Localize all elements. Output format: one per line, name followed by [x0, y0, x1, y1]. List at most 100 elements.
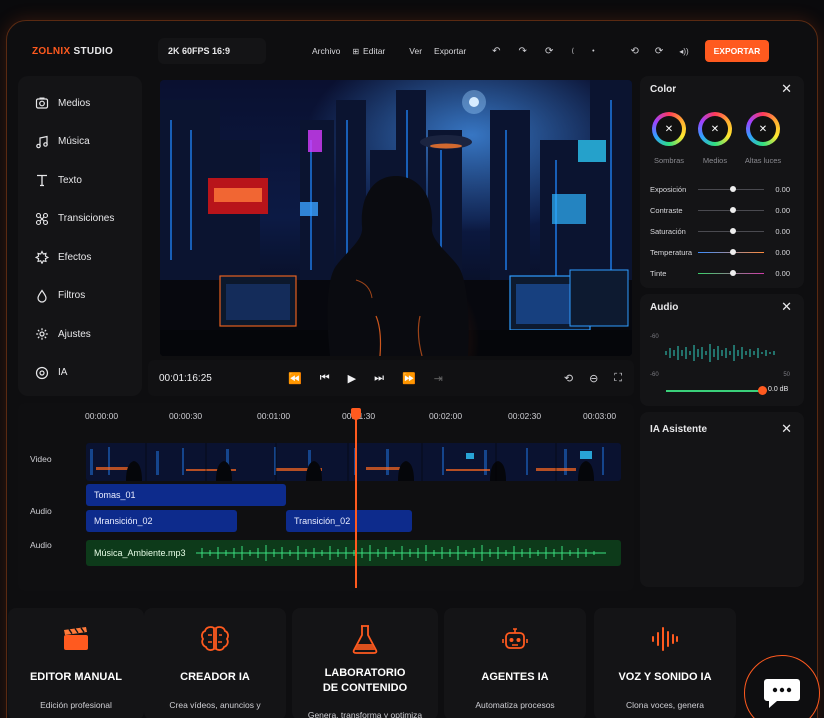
timeline[interactable]: 00:00:00 00:00:30 00:01:00 00:01:30 00:0… [18, 403, 634, 591]
gain-track[interactable] [666, 390, 762, 392]
midtones-color-wheel[interactable]: ✕ [698, 112, 732, 146]
playback-controls: ⏪ ⏮ ▶ ⏭ ⏩ ⇥ [288, 372, 443, 385]
clip-tomas[interactable]: Tomas_01 [86, 484, 286, 506]
feature-title: CREADOR IA [180, 671, 250, 683]
replay-icon[interactable]: ⟲ [564, 372, 573, 385]
ruler-tick: 00:03:00 [583, 411, 617, 421]
db-label-right: 50 [783, 372, 790, 378]
top-bar: ZOLNIX STUDIO 2K 60FPS 16:9 Archivo ⊞ Edi… [18, 34, 808, 68]
video-preview[interactable] [160, 80, 632, 356]
color-panel-title: Color [650, 84, 677, 95]
sidebar-item-transiciones[interactable]: Transiciones [18, 200, 142, 239]
feature-card-creador-ia[interactable]: CREADOR IA Crea vídeos, anuncios y [144, 608, 286, 718]
ai-icon [34, 365, 50, 381]
ai-assistant-panel: IA Asistente ✕ [640, 412, 804, 587]
filter-drop-icon [34, 288, 50, 304]
sidebar-item-filtros[interactable]: Filtros [18, 277, 142, 316]
color-panel: Color ✕ ✕ ✕ ✕ Sombras Medios Altas luces… [640, 76, 804, 288]
feature-card-agentes-ia[interactable]: AGENTES IA Automatiza procesos [444, 608, 586, 718]
slider-tinte[interactable]: Tinte 0.00 [650, 268, 790, 280]
history-icon[interactable]: ⟲ [631, 46, 639, 57]
gain-knob[interactable] [758, 386, 767, 395]
menu-ver[interactable]: Ver [409, 46, 422, 56]
loop-icon[interactable]: ⇥ [434, 372, 443, 385]
feature-desc: Clona voces, genera [626, 700, 704, 710]
feature-card-editor-manual[interactable]: EDITOR MANUAL Edición profesional [8, 608, 144, 718]
snapshot-icon[interactable]: ⊖ [589, 372, 598, 385]
dot-icon[interactable]: • [592, 48, 594, 55]
sidebar-item-efectos[interactable]: Efectos [18, 238, 142, 277]
gear-icon [34, 326, 50, 342]
audio-waveform [665, 344, 775, 362]
feature-card-laboratorio[interactable]: LABORATORIO DE CONTENIDO Genera, transfo… [292, 608, 438, 718]
db-label-top: -60 [650, 334, 659, 340]
feature-title: EDITOR MANUAL [29, 671, 123, 683]
clip-transicion-a[interactable]: Mransición_02 [86, 510, 237, 532]
split-icon[interactable]: ⟨ [571, 47, 574, 55]
preview-frame-image [160, 80, 632, 356]
ai-panel-title: IA Asistente [650, 424, 708, 435]
close-icon[interactable]: ✕ [781, 299, 792, 315]
playhead[interactable] [355, 408, 357, 588]
feature-title: AGENTES IA [481, 671, 549, 683]
clip-music[interactable]: Música_Ambiente.mp3 [86, 540, 621, 566]
ruler-tick: 00:00:00 [85, 411, 119, 421]
left-sidebar: Medios Música Texto Transiciones Efectos… [18, 76, 142, 396]
slider-exposicion[interactable]: Exposición 0.00 [650, 184, 790, 196]
feature-title: VOZ Y SONIDO IA [618, 671, 712, 683]
sidebar-item-texto[interactable]: Texto [18, 161, 142, 200]
play-icon[interactable]: ▶ [348, 372, 356, 385]
sidebar-item-musica[interactable]: Música [18, 123, 142, 162]
sidebar-item-medios[interactable]: Medios [18, 84, 142, 123]
highlights-color-wheel[interactable]: ✕ [746, 112, 780, 146]
ruler-tick: 00:00:30 [169, 411, 203, 421]
prev-frame-icon[interactable]: ⏮ [320, 372, 330, 385]
clip-transicion-b[interactable]: Transición_02 [286, 510, 412, 532]
video-clip-strip[interactable] [86, 443, 621, 481]
fullscreen-icon[interactable]: ⛶ [614, 372, 622, 385]
track-label-video: Video [30, 454, 52, 464]
ruler-tick: 00:02:30 [508, 411, 542, 421]
ruler-tick: 00:02:00 [429, 411, 463, 421]
time-ruler: 00:00:00 00:00:30 00:01:00 00:01:30 00:0… [18, 411, 634, 423]
menu-exportar[interactable]: Exportar [434, 46, 466, 56]
menu-editar[interactable]: ⊞ Editar [352, 46, 397, 56]
menu-bar: Archivo ⊞ Editar Ver Exportar [312, 46, 478, 56]
redo-icon[interactable]: ↷ [519, 46, 527, 57]
sync-icon[interactable]: ⟳ [655, 46, 663, 57]
feature-card-voz-sonido[interactable]: VOZ Y SONIDO IA Clona voces, genera [594, 608, 736, 718]
sound-wave-icon [650, 624, 680, 654]
flask-icon [350, 624, 380, 654]
view-controls: ⟲ ⊖ ⛶ [564, 372, 622, 385]
rewind-icon[interactable]: ⏪ [288, 372, 302, 385]
brain-icon [200, 624, 230, 654]
sidebar-item-ajustes[interactable]: Ajustes [18, 315, 142, 354]
slider-temperatura[interactable]: Temperatura 0.00 [650, 247, 790, 259]
music-waveform [195, 545, 606, 561]
menu-archivo[interactable]: Archivo [312, 46, 340, 56]
sidebar-item-ia[interactable]: IA [18, 354, 142, 393]
next-frame-icon[interactable]: ⏭ [374, 372, 384, 385]
shadows-color-wheel[interactable]: ✕ [652, 112, 686, 146]
refresh-icon[interactable]: ⟳ [545, 46, 553, 57]
edit-tools: ↶ ↷ ⟳ ⟨ • [492, 46, 594, 57]
brand-logo: ZOLNIX STUDIO [32, 45, 114, 57]
slider-contraste[interactable]: Contraste 0.00 [650, 205, 790, 217]
close-icon[interactable]: ✕ [781, 421, 792, 437]
volume-icon[interactable]: ◂)) [679, 47, 688, 56]
history-tools: ⟲ ⟳ ◂)) [631, 46, 689, 57]
resolution-selector[interactable]: 2K 60FPS 16:9 [158, 38, 266, 64]
feature-desc: Genera, transforma y optimiza [307, 710, 423, 718]
feature-desc: Edición profesional [40, 700, 112, 710]
music-note-icon [34, 134, 50, 150]
db-label-bottom: -60 [650, 372, 659, 378]
effects-icon [34, 249, 50, 265]
slider-saturacion[interactable]: Saturación 0.00 [650, 226, 790, 238]
close-icon[interactable]: ✕ [781, 81, 792, 97]
timecode: 00:01:16:25 [159, 372, 212, 384]
gain-value: 0.0 dB [768, 386, 789, 393]
undo-icon[interactable]: ↶ [492, 46, 500, 57]
export-button[interactable]: EXPORTAR [704, 40, 770, 62]
transitions-icon [34, 211, 50, 227]
fast-forward-icon[interactable]: ⏩ [402, 372, 416, 385]
